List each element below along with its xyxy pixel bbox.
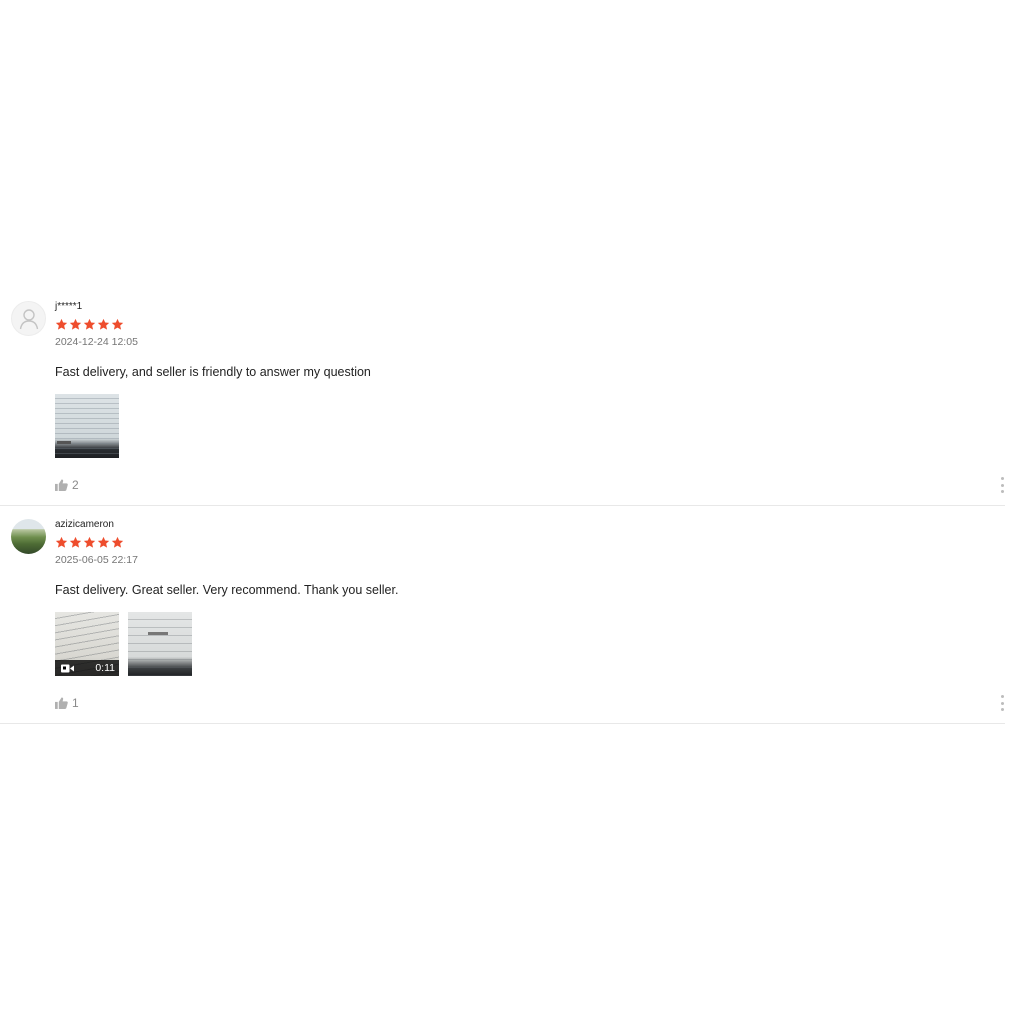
thumbs-up-icon bbox=[55, 479, 68, 491]
review-username: j*****1 bbox=[55, 301, 83, 312]
video-overlay: 0:11 bbox=[55, 660, 119, 676]
star-icon bbox=[83, 318, 96, 330]
more-vertical-icon bbox=[1000, 477, 1004, 480]
review-photo-thumbnail[interactable] bbox=[55, 394, 119, 458]
star-icon bbox=[55, 536, 68, 548]
like-count: 1 bbox=[72, 696, 79, 710]
star-icon bbox=[111, 318, 124, 330]
user-icon bbox=[19, 308, 38, 329]
more-vertical-icon bbox=[1000, 695, 1004, 698]
star-icon bbox=[69, 318, 82, 330]
star-icon bbox=[97, 536, 110, 548]
star-icon bbox=[83, 536, 96, 548]
review-photo-thumbnail[interactable] bbox=[128, 612, 192, 676]
star-icon bbox=[69, 536, 82, 548]
review-media: 0:11 bbox=[55, 612, 1005, 676]
star-rating bbox=[55, 536, 1005, 550]
video-camera-icon bbox=[61, 664, 74, 672]
avatar[interactable] bbox=[11, 519, 46, 554]
like-button[interactable]: 2 bbox=[55, 478, 79, 492]
star-icon bbox=[111, 536, 124, 548]
thumbs-up-icon bbox=[55, 697, 68, 709]
review-date: 2024-12-24 12:05 bbox=[55, 336, 138, 348]
like-button[interactable]: 1 bbox=[55, 696, 79, 710]
more-options-button[interactable] bbox=[999, 477, 1005, 493]
star-rating bbox=[55, 318, 1005, 332]
review-text: Fast delivery. Great seller. Very recomm… bbox=[55, 583, 399, 597]
more-options-button[interactable] bbox=[999, 695, 1005, 711]
review-date: 2025-06-05 22:17 bbox=[55, 554, 138, 566]
review-actions: 2 bbox=[55, 477, 1005, 493]
review-item: j*****1 2024-12-24 12:05 Fast delivery, … bbox=[0, 290, 1005, 506]
review-item: azizicameron 2025-06-05 22:17 Fast deliv… bbox=[0, 506, 1005, 724]
avatar[interactable] bbox=[11, 301, 46, 336]
review-text: Fast delivery, and seller is friendly to… bbox=[55, 365, 371, 379]
review-actions: 1 bbox=[55, 695, 1005, 711]
star-icon bbox=[55, 318, 68, 330]
review-media bbox=[55, 394, 1005, 458]
review-list: j*****1 2024-12-24 12:05 Fast delivery, … bbox=[0, 290, 1005, 724]
review-username: azizicameron bbox=[55, 519, 114, 530]
star-icon bbox=[97, 318, 110, 330]
video-duration: 0:11 bbox=[95, 662, 115, 674]
review-video-thumbnail[interactable]: 0:11 bbox=[55, 612, 119, 676]
like-count: 2 bbox=[72, 478, 79, 492]
